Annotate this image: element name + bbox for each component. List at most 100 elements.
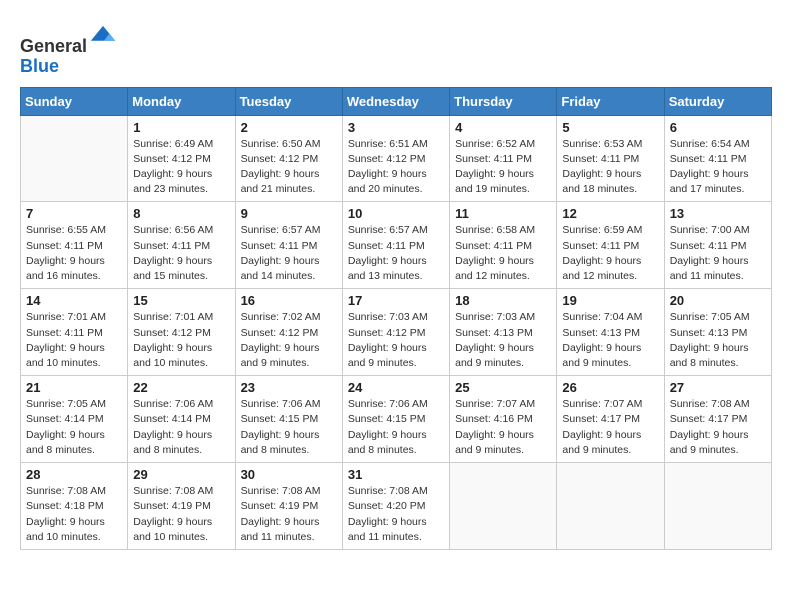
day-info: Sunrise: 7:08 AMSunset: 4:17 PMDaylight:… — [670, 397, 766, 458]
calendar-cell: 2Sunrise: 6:50 AMSunset: 4:12 PMDaylight… — [235, 115, 342, 202]
day-number: 8 — [133, 206, 229, 221]
day-info: Sunrise: 7:05 AMSunset: 4:13 PMDaylight:… — [670, 310, 766, 371]
day-number: 24 — [348, 380, 444, 395]
calendar-cell: 6 Sunrise: 6:54 AMSunset: 4:11 PMDaylight… — [664, 115, 771, 202]
calendar-cell — [664, 463, 771, 550]
day-info: Sunrise: 7:02 AMSunset: 4:12 PMDaylight:… — [241, 310, 337, 371]
day-number: 19 — [562, 293, 658, 308]
day-info: Sunrise: 7:08 AMSunset: 4:19 PMDaylight:… — [133, 484, 229, 545]
calendar-cell: 14 Sunrise: 7:01 AMSunset: 4:11 PMDayligh… — [21, 289, 128, 376]
day-number: 15 — [133, 293, 229, 308]
day-number: 17 — [348, 293, 444, 308]
day-number: 21 — [26, 380, 122, 395]
day-number: 31 — [348, 467, 444, 482]
calendar-cell: 16 Sunrise: 7:02 AMSunset: 4:12 PMDayligh… — [235, 289, 342, 376]
day-info: Sunrise: 6:49 AMSunset: 4:12 PMDaylight:… — [133, 137, 229, 198]
calendar-cell: 3 Sunrise: 6:51 AMSunset: 4:12 PMDaylight… — [342, 115, 449, 202]
day-number: 18 — [455, 293, 551, 308]
day-info: Sunrise: 6:55 AMSunset: 4:11 PMDaylight:… — [26, 223, 122, 284]
day-info: Sunrise: 7:07 AMSunset: 4:17 PMDaylight:… — [562, 397, 658, 458]
calendar-cell: 18 Sunrise: 7:03 AMSunset: 4:13 PMDayligh… — [450, 289, 557, 376]
calendar-week-5: 28 Sunrise: 7:08 AMSunset: 4:18 PMDayligh… — [21, 463, 772, 550]
logo-icon — [89, 24, 117, 52]
day-number: 29 — [133, 467, 229, 482]
calendar-cell: 26 Sunrise: 7:07 AMSunset: 4:17 PMDayligh… — [557, 376, 664, 463]
day-number: 27 — [670, 380, 766, 395]
calendar-cell: 31 Sunrise: 7:08 AMSunset: 4:20 PMDayligh… — [342, 463, 449, 550]
calendar-cell: 24 Sunrise: 7:06 AMSunset: 4:15 PMDayligh… — [342, 376, 449, 463]
day-number: 30 — [241, 467, 337, 482]
day-number: 20 — [670, 293, 766, 308]
calendar-cell: 11 Sunrise: 6:58 AMSunset: 4:11 PMDayligh… — [450, 202, 557, 289]
calendar-cell: 17 Sunrise: 7:03 AMSunset: 4:12 PMDayligh… — [342, 289, 449, 376]
calendar-cell — [557, 463, 664, 550]
calendar-cell: 19Sunrise: 7:04 AMSunset: 4:13 PMDayligh… — [557, 289, 664, 376]
calendar-cell — [450, 463, 557, 550]
calendar-cell: 20 Sunrise: 7:05 AMSunset: 4:13 PMDayligh… — [664, 289, 771, 376]
day-number: 26 — [562, 380, 658, 395]
calendar-week-2: 7 Sunrise: 6:55 AMSunset: 4:11 PMDaylight… — [21, 202, 772, 289]
day-info: Sunrise: 7:08 AMSunset: 4:20 PMDaylight:… — [348, 484, 444, 545]
day-number: 5 — [562, 120, 658, 135]
logo: General Blue — [20, 24, 117, 77]
calendar-cell: 8 Sunrise: 6:56 AMSunset: 4:11 PMDaylight… — [128, 202, 235, 289]
day-number: 25 — [455, 380, 551, 395]
day-info: Sunrise: 7:08 AMSunset: 4:18 PMDaylight:… — [26, 484, 122, 545]
calendar-cell: 22 Sunrise: 7:06 AMSunset: 4:14 PMDayligh… — [128, 376, 235, 463]
calendar-week-1: 1Sunrise: 6:49 AMSunset: 4:12 PMDaylight… — [21, 115, 772, 202]
calendar-cell: 30Sunrise: 7:08 AMSunset: 4:19 PMDayligh… — [235, 463, 342, 550]
calendar-week-4: 21 Sunrise: 7:05 AMSunset: 4:14 PMDayligh… — [21, 376, 772, 463]
calendar-cell: 21 Sunrise: 7:05 AMSunset: 4:14 PMDayligh… — [21, 376, 128, 463]
calendar-cell: 29 Sunrise: 7:08 AMSunset: 4:19 PMDayligh… — [128, 463, 235, 550]
page-header: General Blue — [20, 20, 772, 77]
day-number: 22 — [133, 380, 229, 395]
day-info: Sunrise: 6:52 AMSunset: 4:11 PMDaylight:… — [455, 137, 551, 198]
logo-general-text: General — [20, 36, 87, 56]
day-info: Sunrise: 6:57 AMSunset: 4:11 PMDaylight:… — [348, 223, 444, 284]
col-header-wednesday: Wednesday — [342, 87, 449, 115]
day-info: Sunrise: 6:58 AMSunset: 4:11 PMDaylight:… — [455, 223, 551, 284]
day-info: Sunrise: 6:57 AMSunset: 4:11 PMDaylight:… — [241, 223, 337, 284]
day-info: Sunrise: 6:56 AMSunset: 4:11 PMDaylight:… — [133, 223, 229, 284]
calendar-cell: 28 Sunrise: 7:08 AMSunset: 4:18 PMDayligh… — [21, 463, 128, 550]
col-header-friday: Friday — [557, 87, 664, 115]
day-info: Sunrise: 6:54 AMSunset: 4:11 PMDaylight:… — [670, 137, 766, 198]
calendar-cell: 27 Sunrise: 7:08 AMSunset: 4:17 PMDayligh… — [664, 376, 771, 463]
calendar-cell — [21, 115, 128, 202]
day-info: Sunrise: 6:50 AMSunset: 4:12 PMDaylight:… — [241, 137, 337, 198]
day-number: 13 — [670, 206, 766, 221]
day-info: Sunrise: 7:07 AMSunset: 4:16 PMDaylight:… — [455, 397, 551, 458]
day-info: Sunrise: 7:06 AMSunset: 4:15 PMDaylight:… — [348, 397, 444, 458]
day-number: 6 — [670, 120, 766, 135]
calendar-cell: 23Sunrise: 7:06 AMSunset: 4:15 PMDayligh… — [235, 376, 342, 463]
day-number: 14 — [26, 293, 122, 308]
calendar-cell: 10 Sunrise: 6:57 AMSunset: 4:11 PMDayligh… — [342, 202, 449, 289]
day-number: 4 — [455, 120, 551, 135]
day-info: Sunrise: 6:59 AMSunset: 4:11 PMDaylight:… — [562, 223, 658, 284]
day-info: Sunrise: 7:06 AMSunset: 4:14 PMDaylight:… — [133, 397, 229, 458]
day-info: Sunrise: 7:00 AMSunset: 4:11 PMDaylight:… — [670, 223, 766, 284]
calendar-cell: 4 Sunrise: 6:52 AMSunset: 4:11 PMDaylight… — [450, 115, 557, 202]
col-header-tuesday: Tuesday — [235, 87, 342, 115]
calendar-table: SundayMondayTuesdayWednesdayThursdayFrid… — [20, 87, 772, 550]
calendar-cell: 1Sunrise: 6:49 AMSunset: 4:12 PMDaylight… — [128, 115, 235, 202]
day-info: Sunrise: 7:01 AMSunset: 4:11 PMDaylight:… — [26, 310, 122, 371]
day-number: 7 — [26, 206, 122, 221]
day-info: Sunrise: 7:03 AMSunset: 4:12 PMDaylight:… — [348, 310, 444, 371]
day-info: Sunrise: 7:03 AMSunset: 4:13 PMDaylight:… — [455, 310, 551, 371]
day-info: Sunrise: 7:06 AMSunset: 4:15 PMDaylight:… — [241, 397, 337, 458]
calendar-week-3: 14 Sunrise: 7:01 AMSunset: 4:11 PMDayligh… — [21, 289, 772, 376]
day-number: 3 — [348, 120, 444, 135]
col-header-thursday: Thursday — [450, 87, 557, 115]
day-number: 28 — [26, 467, 122, 482]
day-number: 16 — [241, 293, 337, 308]
day-info: Sunrise: 7:05 AMSunset: 4:14 PMDaylight:… — [26, 397, 122, 458]
calendar-cell: 12Sunrise: 6:59 AMSunset: 4:11 PMDayligh… — [557, 202, 664, 289]
day-info: Sunrise: 6:51 AMSunset: 4:12 PMDaylight:… — [348, 137, 444, 198]
calendar-header-row: SundayMondayTuesdayWednesdayThursdayFrid… — [21, 87, 772, 115]
day-number: 10 — [348, 206, 444, 221]
day-number: 11 — [455, 206, 551, 221]
logo-blue-text: Blue — [20, 56, 59, 76]
calendar-cell: 13 Sunrise: 7:00 AMSunset: 4:11 PMDayligh… — [664, 202, 771, 289]
col-header-sunday: Sunday — [21, 87, 128, 115]
